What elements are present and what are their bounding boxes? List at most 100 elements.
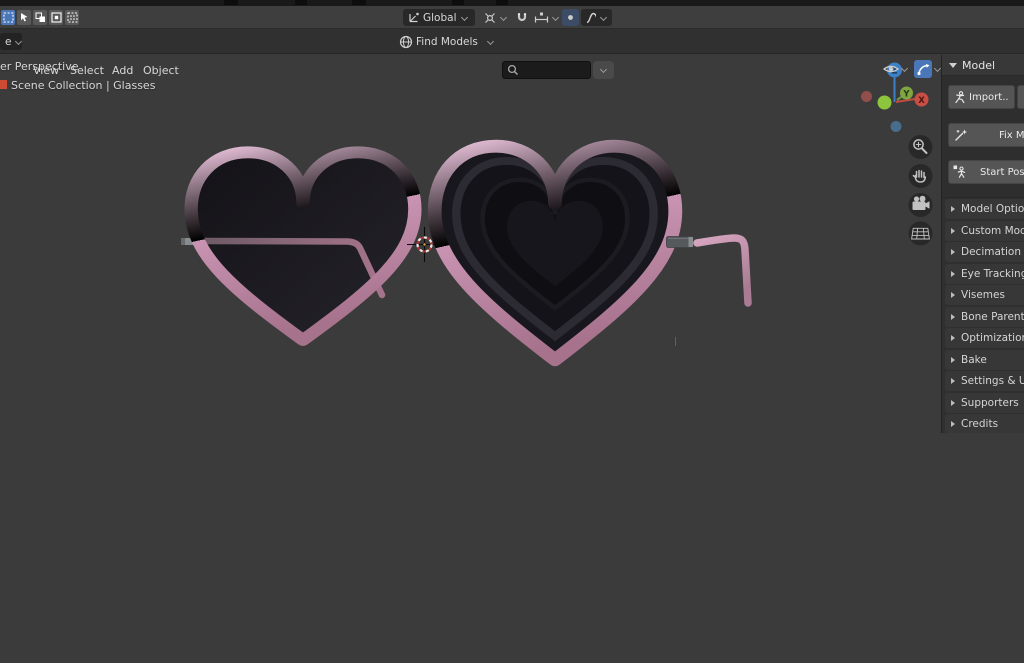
- select-set-icon: [3, 12, 14, 23]
- search-options-button[interactable]: [593, 61, 614, 79]
- chevron-down-icon: [600, 67, 607, 73]
- section-label: Custom Mod: [961, 225, 1024, 237]
- select-mode-set-button[interactable]: [1, 10, 15, 25]
- model-search-box[interactable]: [502, 61, 591, 79]
- section-label: Eye Tracking: [961, 268, 1024, 280]
- proportional-editing-toggle[interactable]: [562, 9, 579, 26]
- menu-object[interactable]: Object: [139, 62, 183, 79]
- section-custom-model[interactable]: Custom Mod: [945, 221, 1024, 241]
- disclosure-open-icon: [949, 63, 957, 68]
- disclosure-closed-icon: [951, 249, 955, 255]
- export-model-button-clipped[interactable]: [1017, 85, 1024, 109]
- select-extend-icon: [19, 12, 30, 23]
- search-icon: [507, 64, 519, 76]
- section-label: Credits: [961, 418, 998, 430]
- section-label: Settings & Up: [961, 375, 1024, 387]
- proportional-falloff-dropdown[interactable]: [581, 9, 612, 26]
- disclosure-closed-icon: [951, 206, 955, 212]
- section-optimization[interactable]: Optimization: [945, 328, 1024, 348]
- chevron-down-icon: [552, 15, 559, 21]
- section-label: Decimation: [961, 246, 1021, 258]
- find-models-dropdown[interactable]: Find Models: [396, 33, 497, 50]
- pivot-point-dropdown[interactable]: [480, 9, 510, 26]
- pose-figure-icon: [953, 165, 967, 179]
- pivot-icon: [483, 11, 497, 25]
- axis-ball-pos-y-front[interactable]: [878, 96, 892, 110]
- magnet-icon: [515, 11, 529, 25]
- section-label: Model Option: [961, 203, 1024, 215]
- section-visemes[interactable]: Visemes: [945, 285, 1024, 305]
- disclosure-closed-icon: [951, 292, 955, 298]
- chevron-down-icon: [901, 66, 908, 72]
- select-mode-subtract-button[interactable]: [33, 10, 47, 25]
- select-mode-extend-button[interactable]: [17, 10, 31, 25]
- axis-ball-neg-z[interactable]: [891, 121, 902, 132]
- magic-wand-icon: [954, 128, 968, 142]
- sidebar-cats-panel: Model Import.. Fix Mo Start Pose Model O…: [941, 55, 1024, 433]
- fix-model-button[interactable]: Fix Mo: [948, 123, 1024, 147]
- mode-label: e: [5, 36, 11, 48]
- show-gizmo-toggle[interactable]: [914, 60, 941, 78]
- search-input[interactable]: [519, 64, 579, 76]
- fix-model-button-label: Fix Mo: [999, 130, 1024, 141]
- transform-orientation-dropdown[interactable]: Global: [403, 9, 475, 26]
- import-model-button[interactable]: Import..: [948, 85, 1015, 109]
- globe-icon: [399, 35, 413, 49]
- menu-select[interactable]: Select: [66, 62, 108, 79]
- select-subtract-icon: [35, 12, 46, 23]
- glasses-object[interactable]: [181, 146, 748, 360]
- disclosure-closed-icon: [951, 378, 955, 384]
- viewport-3d[interactable]: Z Y X: [0, 0, 1024, 663]
- falloff-curve-icon: [586, 11, 596, 24]
- camera-view-button[interactable]: [909, 193, 933, 217]
- start-pose-button-label: Start Pose: [980, 167, 1024, 178]
- mode-dropdown-clipped[interactable]: e: [0, 33, 22, 50]
- right-temple-arm: [697, 238, 748, 303]
- select-intersect-icon: [67, 12, 78, 23]
- show-object-types-dropdown[interactable]: [883, 60, 908, 78]
- snap-toggle-button[interactable]: [512, 9, 532, 26]
- chevron-down-icon: [487, 39, 494, 45]
- start-pose-mode-button[interactable]: Start Pose: [948, 160, 1024, 184]
- section-supporters[interactable]: Supporters: [945, 393, 1024, 413]
- menu-add[interactable]: Add: [108, 62, 137, 79]
- axis-ball-neg-x[interactable]: [861, 91, 872, 102]
- section-settings-updates[interactable]: Settings & Up: [945, 371, 1024, 391]
- proportional-dot-icon: [562, 11, 579, 24]
- disclosure-closed-icon: [951, 314, 955, 320]
- section-decimation[interactable]: Decimation: [945, 242, 1024, 262]
- select-mode-intersect-button[interactable]: [65, 10, 79, 25]
- orthographic-toggle-button[interactable]: [909, 222, 933, 246]
- zoom-button[interactable]: [909, 135, 933, 159]
- find-models-label: Find Models: [416, 36, 478, 48]
- panel-title: Model: [962, 59, 995, 72]
- section-credits[interactable]: Credits: [945, 414, 1024, 433]
- orientation-icon: [408, 12, 419, 23]
- disclosure-closed-icon: [951, 271, 955, 277]
- snap-target-dropdown[interactable]: [531, 9, 562, 26]
- orientation-label: Global: [423, 12, 457, 24]
- disclosure-closed-icon: [951, 421, 955, 427]
- section-bake[interactable]: Bake: [945, 350, 1024, 370]
- chevron-down-icon: [461, 15, 468, 21]
- disclosure-closed-icon: [951, 228, 955, 234]
- menu-view[interactable]: View: [29, 62, 63, 79]
- select-mode-invert-button[interactable]: [49, 10, 63, 25]
- chevron-down-icon: [500, 15, 507, 21]
- model-panel-body: Import.. Fix Mo Start Pose: [942, 76, 1024, 198]
- collapsed-sections-list: Model Option Custom Mod Decimation Eye T…: [942, 199, 1024, 433]
- disclosure-closed-icon: [951, 357, 955, 363]
- import-button-label: Import..: [969, 92, 1009, 103]
- tool-settings-bar: Global: [0, 6, 1024, 29]
- pan-hand-button[interactable]: [909, 164, 933, 188]
- section-eye-tracking[interactable]: Eye Tracking: [945, 264, 1024, 284]
- panel-header-model[interactable]: Model: [942, 55, 1024, 76]
- axis-label-y: Y: [902, 90, 910, 100]
- section-label: Bone Parenti: [961, 311, 1024, 323]
- select-invert-icon: [51, 12, 62, 23]
- armature-icon: [953, 91, 966, 104]
- eye-icon: [883, 63, 899, 75]
- section-bone-parenting[interactable]: Bone Parenti: [945, 307, 1024, 327]
- section-model-options[interactable]: Model Option: [945, 199, 1024, 219]
- object-color-swatch: [0, 80, 7, 89]
